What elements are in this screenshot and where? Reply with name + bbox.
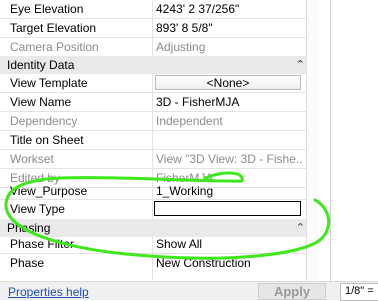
param-label: Phase Filter bbox=[10, 237, 75, 251]
param-label: Target Elevation bbox=[10, 21, 97, 35]
properties-scrollbar[interactable] bbox=[306, 0, 317, 281]
drawing-area bbox=[317, 0, 378, 281]
row-camera-position: Camera Position Adjusting bbox=[0, 38, 317, 56]
param-value[interactable]: 4243' 2 37/256" bbox=[154, 0, 302, 18]
row-target-elevation[interactable]: Target Elevation 893' 8 5/8" bbox=[0, 19, 317, 37]
row-view-template[interactable]: View Template <None> bbox=[0, 74, 317, 92]
view-template-button[interactable]: <None> bbox=[155, 75, 301, 90]
properties-footer: Properties help Apply bbox=[0, 281, 378, 300]
param-value[interactable]: 1_Working bbox=[154, 182, 302, 200]
row-view-type[interactable]: View Type bbox=[0, 200, 317, 218]
row-view-name[interactable]: View Name 3D - FisherMJA bbox=[0, 93, 317, 111]
param-label: Phase bbox=[10, 256, 45, 270]
view-scale-label: 1/8" = bbox=[345, 285, 374, 297]
param-value: View "3D View: 3D - Fishe... bbox=[156, 152, 302, 166]
param-label: View_Purpose bbox=[10, 184, 88, 198]
param-value[interactable]: Show All bbox=[154, 235, 302, 253]
param-value[interactable]: New Construction bbox=[154, 254, 302, 272]
apply-button[interactable]: Apply bbox=[258, 283, 326, 300]
param-label: Title on Sheet bbox=[10, 133, 84, 147]
row-phase[interactable]: Phase New Construction bbox=[0, 254, 317, 272]
pane-divider bbox=[330, 0, 331, 281]
group-label: Identity Data bbox=[7, 58, 75, 72]
row-title-on-sheet[interactable]: Title on Sheet bbox=[0, 131, 317, 149]
param-value[interactable]: 3D - FisherMJA bbox=[154, 93, 302, 111]
param-label: View Type bbox=[10, 202, 65, 216]
collapse-chevron-icon[interactable]: ⌃ bbox=[296, 56, 305, 74]
param-label: View Template bbox=[10, 76, 88, 90]
param-value: Independent bbox=[156, 114, 223, 128]
param-label: View Name bbox=[10, 95, 72, 109]
row-dependency: Dependency Independent bbox=[0, 112, 317, 130]
param-label: Eye Elevation bbox=[10, 2, 84, 16]
properties-help-link[interactable]: Properties help bbox=[8, 285, 89, 299]
row-phase-filter[interactable]: Phase Filter Show All bbox=[0, 235, 317, 253]
row-eye-elevation[interactable]: Eye Elevation 4243' 2 37/256" bbox=[0, 0, 317, 18]
row-workset: Workset View "3D View: 3D - Fishe... bbox=[0, 150, 317, 168]
row-view-purpose[interactable]: View_Purpose 1_Working bbox=[0, 182, 317, 200]
view-type-input[interactable] bbox=[154, 201, 301, 216]
view-scale-control[interactable]: 1/8" = bbox=[340, 283, 378, 301]
param-label: Workset bbox=[10, 152, 54, 166]
group-identity-data[interactable]: Identity Data ⌃ bbox=[0, 56, 317, 74]
param-value[interactable] bbox=[154, 131, 302, 149]
param-label: Dependency bbox=[10, 114, 78, 128]
param-value[interactable]: 893' 8 5/8" bbox=[154, 19, 302, 37]
param-label: Camera Position bbox=[10, 40, 99, 54]
param-value: Adjusting bbox=[156, 40, 206, 54]
properties-palette: Eye Elevation 4243' 2 37/256" Target Ele… bbox=[0, 0, 317, 281]
